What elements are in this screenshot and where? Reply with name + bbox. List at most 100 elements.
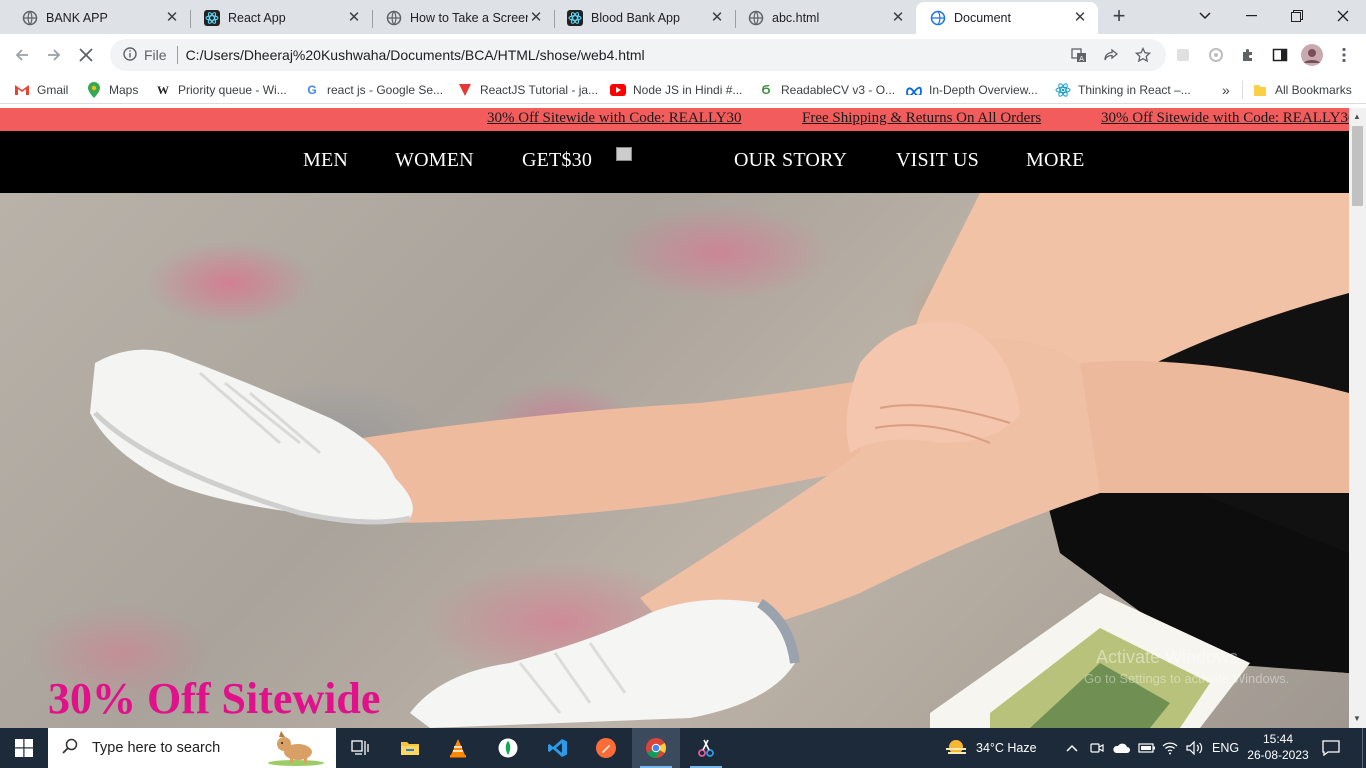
hero-image: 30% Off Sitewide Activate Windows Go to … [0, 193, 1349, 728]
show-desktop-button[interactable] [1362, 728, 1366, 768]
windows-start-button[interactable] [0, 728, 48, 768]
close-window-button[interactable] [1320, 0, 1366, 32]
bookmark-wikipedia[interactable]: W Priority queue - Wi... [155, 81, 287, 99]
bookmark-label: Gmail [37, 83, 69, 97]
nav-our-story[interactable]: OUR STORY [734, 149, 847, 172]
bookmarks-divider [1242, 81, 1243, 99]
browser-tab-active[interactable]: Document ✕ [916, 2, 1098, 34]
bookmark-gmail[interactable]: Gmail [14, 81, 68, 99]
vlc-icon[interactable] [434, 728, 482, 768]
tab-search-icon[interactable] [1182, 0, 1228, 32]
close-tab-icon[interactable]: ✕ [164, 10, 180, 26]
chrome-icon[interactable] [632, 728, 680, 768]
close-tab-icon[interactable]: ✕ [346, 10, 362, 26]
promo-marquee: 30% Off Sitewide with Code: REALLY30 Fre… [0, 108, 1349, 131]
onedrive-cloud-icon[interactable] [1112, 728, 1130, 768]
mongodb-compass-icon[interactable] [484, 728, 532, 768]
bookmark-label: ReactJS Tutorial - ja... [480, 83, 599, 97]
url-text[interactable]: C:/Users/Dheeraj%20Kushwaha/Documents/BC… [186, 47, 645, 63]
windows-taskbar: Type here to search 34°C Haze ENG 15:44 … [0, 728, 1366, 768]
react-icon [1055, 82, 1071, 98]
broken-logo-image[interactable] [616, 147, 632, 161]
scroll-down-arrow-icon[interactable]: ▼ [1353, 714, 1361, 723]
back-arrow-icon[interactable] [10, 43, 34, 67]
scroll-thumb[interactable] [1352, 126, 1363, 206]
browser-tab[interactable]: abc.html ✕ [726, 2, 916, 34]
bookmark-youtube[interactable]: Node JS in Hindi #... [610, 81, 742, 99]
notifications-icon[interactable] [1322, 728, 1340, 768]
bookmark-google[interactable]: G react js - Google Se... [304, 81, 443, 99]
avatar[interactable] [1300, 43, 1324, 67]
nav-get30[interactable]: GET$30 [522, 149, 592, 172]
browser-tab[interactable]: React App ✕ [182, 2, 373, 34]
task-view-icon[interactable] [336, 728, 384, 768]
show-hidden-icons-chevron[interactable] [1066, 728, 1078, 768]
bookmark-javatpoint[interactable]: ReactJS Tutorial - ja... [457, 81, 598, 99]
kebab-menu-icon[interactable] [1332, 43, 1356, 67]
bookmark-react[interactable]: Thinking in React –... [1055, 81, 1191, 99]
marquee-link[interactable]: 30% Off Sitewide with Code: REALLY30 [1101, 110, 1349, 127]
language-indicator[interactable]: ENG [1212, 728, 1239, 768]
browser-tab[interactable]: BANK APP ✕ [0, 2, 191, 34]
stop-loading-icon[interactable] [74, 43, 98, 67]
share-icon[interactable] [1099, 43, 1123, 67]
side-panel-icon[interactable] [1268, 43, 1292, 67]
wifi-icon[interactable] [1162, 728, 1178, 768]
close-tab-icon[interactable]: ✕ [1072, 10, 1088, 26]
weather-widget[interactable]: 34°C Haze [944, 728, 1037, 768]
readablecv-icon: Ϭ [761, 83, 771, 97]
bookmark-maps[interactable]: Maps [86, 81, 138, 99]
forward-arrow-icon[interactable] [42, 43, 66, 67]
youtube-icon [610, 82, 626, 98]
bookmark-label: Thinking in React –... [1078, 83, 1191, 97]
browser-tab[interactable]: How to Take a Screens ✕ [364, 2, 555, 34]
postman-icon[interactable] [582, 728, 630, 768]
bookmark-star-icon[interactable] [1131, 43, 1155, 67]
activate-windows-subtext: Go to Settings to activate Windows. [1084, 671, 1290, 686]
scroll-up-arrow-icon[interactable]: ▲ [1353, 112, 1361, 121]
all-bookmarks-folder[interactable]: All Bookmarks [1252, 81, 1352, 99]
page-scrollbar[interactable]: ▲ ▼ [1349, 108, 1366, 728]
taskbar-search-box[interactable]: Type here to search [48, 728, 336, 768]
marquee-link[interactable]: 30% Off Sitewide with Code: REALLY30 [487, 110, 741, 127]
puzzle-icon[interactable] [1236, 43, 1260, 67]
meet-now-icon[interactable] [1090, 728, 1104, 768]
clock-date: 26-08-2023 [1247, 748, 1309, 762]
nav-men[interactable]: MEN [303, 149, 348, 172]
haze-weather-icon [944, 739, 968, 757]
vscode-icon[interactable] [534, 728, 582, 768]
address-divider [176, 46, 178, 64]
tab-title: Blood Bank App [591, 11, 680, 25]
close-tab-icon[interactable]: ✕ [890, 10, 906, 26]
new-tab-button[interactable]: + [1108, 5, 1130, 28]
extension-icon[interactable] [1204, 43, 1228, 67]
browser-tab[interactable]: Blood Bank App ✕ [545, 2, 736, 34]
nav-women[interactable]: WOMEN [395, 149, 474, 172]
search-dog-illustration [266, 730, 326, 768]
nav-visit-us[interactable]: VISIT US [896, 149, 979, 172]
bookmark-readablecv[interactable]: Ϭ ReadableCV v3 - O... [758, 81, 895, 99]
volume-icon[interactable] [1186, 728, 1204, 768]
restore-button[interactable] [1274, 0, 1320, 32]
bookmark-label: react js - Google Se... [327, 83, 444, 97]
taskbar-clock[interactable]: 15:44 26-08-2023 [1246, 731, 1310, 763]
address-bar[interactable]: File C:/Users/Dheeraj%20Kushwaha/Documen… [110, 39, 1166, 71]
clock-time: 15:44 [1262, 732, 1294, 746]
folder-icon [1252, 82, 1268, 98]
bookmarks-overflow-button[interactable]: » [1222, 81, 1230, 99]
snipping-tool-icon[interactable] [682, 728, 730, 768]
marquee-link[interactable]: Free Shipping & Returns On All Orders [802, 110, 1041, 127]
bookmark-meta[interactable]: In-Depth Overview... [906, 81, 1038, 99]
weather-text: 34°C Haze [976, 741, 1037, 755]
close-tab-icon[interactable]: ✕ [528, 10, 544, 26]
extension-icon[interactable] [1171, 43, 1195, 67]
close-tab-icon[interactable]: ✕ [709, 10, 725, 26]
battery-icon[interactable] [1138, 728, 1156, 768]
tab-title: React App [228, 11, 286, 25]
minimize-button[interactable] [1228, 0, 1274, 32]
translate-icon[interactable]: A [1067, 43, 1091, 67]
site-info-icon[interactable] [116, 46, 144, 64]
bookmark-label: ReadableCV v3 - O... [781, 83, 896, 97]
nav-more[interactable]: MORE [1026, 149, 1085, 172]
file-explorer-icon[interactable] [386, 728, 434, 768]
